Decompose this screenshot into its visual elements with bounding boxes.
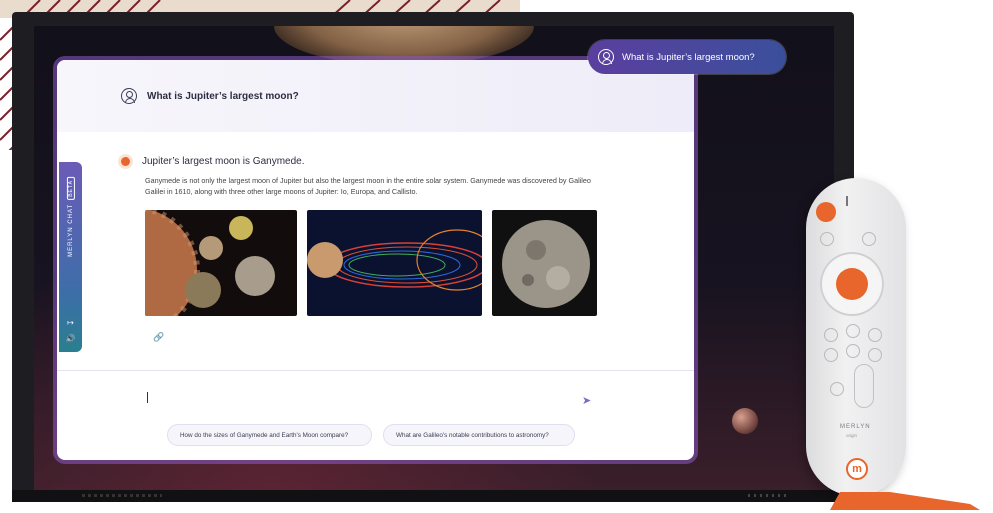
ganymede-image[interactable] bbox=[492, 210, 597, 316]
answer-title: Jupiter’s largest moon is Ganymede. bbox=[142, 156, 305, 167]
send-icon[interactable]: ➤ bbox=[582, 394, 591, 407]
question-text: What is Jupiter’s largest moon? bbox=[147, 90, 299, 102]
answer-body: Ganymede is not only the largest moon of… bbox=[145, 176, 591, 196]
key-3 bbox=[868, 328, 882, 342]
remote-brand: MERLYN bbox=[840, 424, 871, 430]
chat-panel: What is Jupiter’s largest moon? Jupiter’… bbox=[57, 60, 694, 460]
forward-key bbox=[862, 232, 876, 246]
side-tab-label: MERLYN CHAT bbox=[67, 203, 74, 257]
remote-stand bbox=[830, 492, 980, 510]
key-2 bbox=[846, 324, 860, 338]
speaker-icon[interactable]: 🔊 bbox=[65, 334, 76, 343]
key-5 bbox=[846, 344, 860, 358]
bezel-vents bbox=[82, 494, 162, 497]
exit-icon[interactable]: ↦ bbox=[65, 318, 76, 327]
suggestion-chip[interactable]: How do the sizes of Ganymede and Earth's… bbox=[167, 424, 372, 446]
key-1 bbox=[824, 328, 838, 342]
answer: Jupiter’s largest moon is Ganymede. Gany… bbox=[121, 156, 641, 197]
jupiter-and-moons-image[interactable] bbox=[145, 210, 297, 316]
user-icon bbox=[598, 49, 614, 65]
user-icon bbox=[121, 88, 137, 104]
key-4 bbox=[824, 348, 838, 362]
mic-button bbox=[816, 202, 836, 222]
remote-sub: origin bbox=[846, 433, 858, 438]
assistant-dot-icon bbox=[121, 157, 130, 166]
link-icon[interactable]: 🔗 bbox=[153, 332, 164, 343]
suggestion-chip[interactable]: What are Galileo's notable contributions… bbox=[383, 424, 575, 446]
answer-images bbox=[145, 210, 605, 316]
voice-remote: MERLYN origin m bbox=[806, 178, 906, 496]
scene: What is Jupiter’s largest moon? Jupiter’… bbox=[0, 0, 993, 513]
bezel-indicator bbox=[748, 494, 788, 497]
dpad-center bbox=[836, 268, 868, 300]
query-pill-text: What is Jupiter’s largest moon? bbox=[622, 51, 755, 63]
divider bbox=[57, 370, 694, 371]
jupiter-orbits-image[interactable] bbox=[307, 210, 482, 316]
query-pill: What is Jupiter’s largest moon? bbox=[588, 40, 786, 74]
back-key bbox=[820, 232, 834, 246]
beta-badge: BETA bbox=[66, 177, 75, 200]
volume-rocker bbox=[854, 364, 874, 408]
remote-logo: m bbox=[846, 458, 868, 480]
message-input[interactable] bbox=[147, 392, 148, 403]
key-7 bbox=[830, 382, 844, 396]
planet-backdrop bbox=[732, 408, 758, 434]
key-6 bbox=[868, 348, 882, 362]
merlyn-chat-tab[interactable]: MERLYN CHAT BETA ↦ 🔊 bbox=[59, 162, 82, 352]
remote-led bbox=[846, 196, 848, 206]
